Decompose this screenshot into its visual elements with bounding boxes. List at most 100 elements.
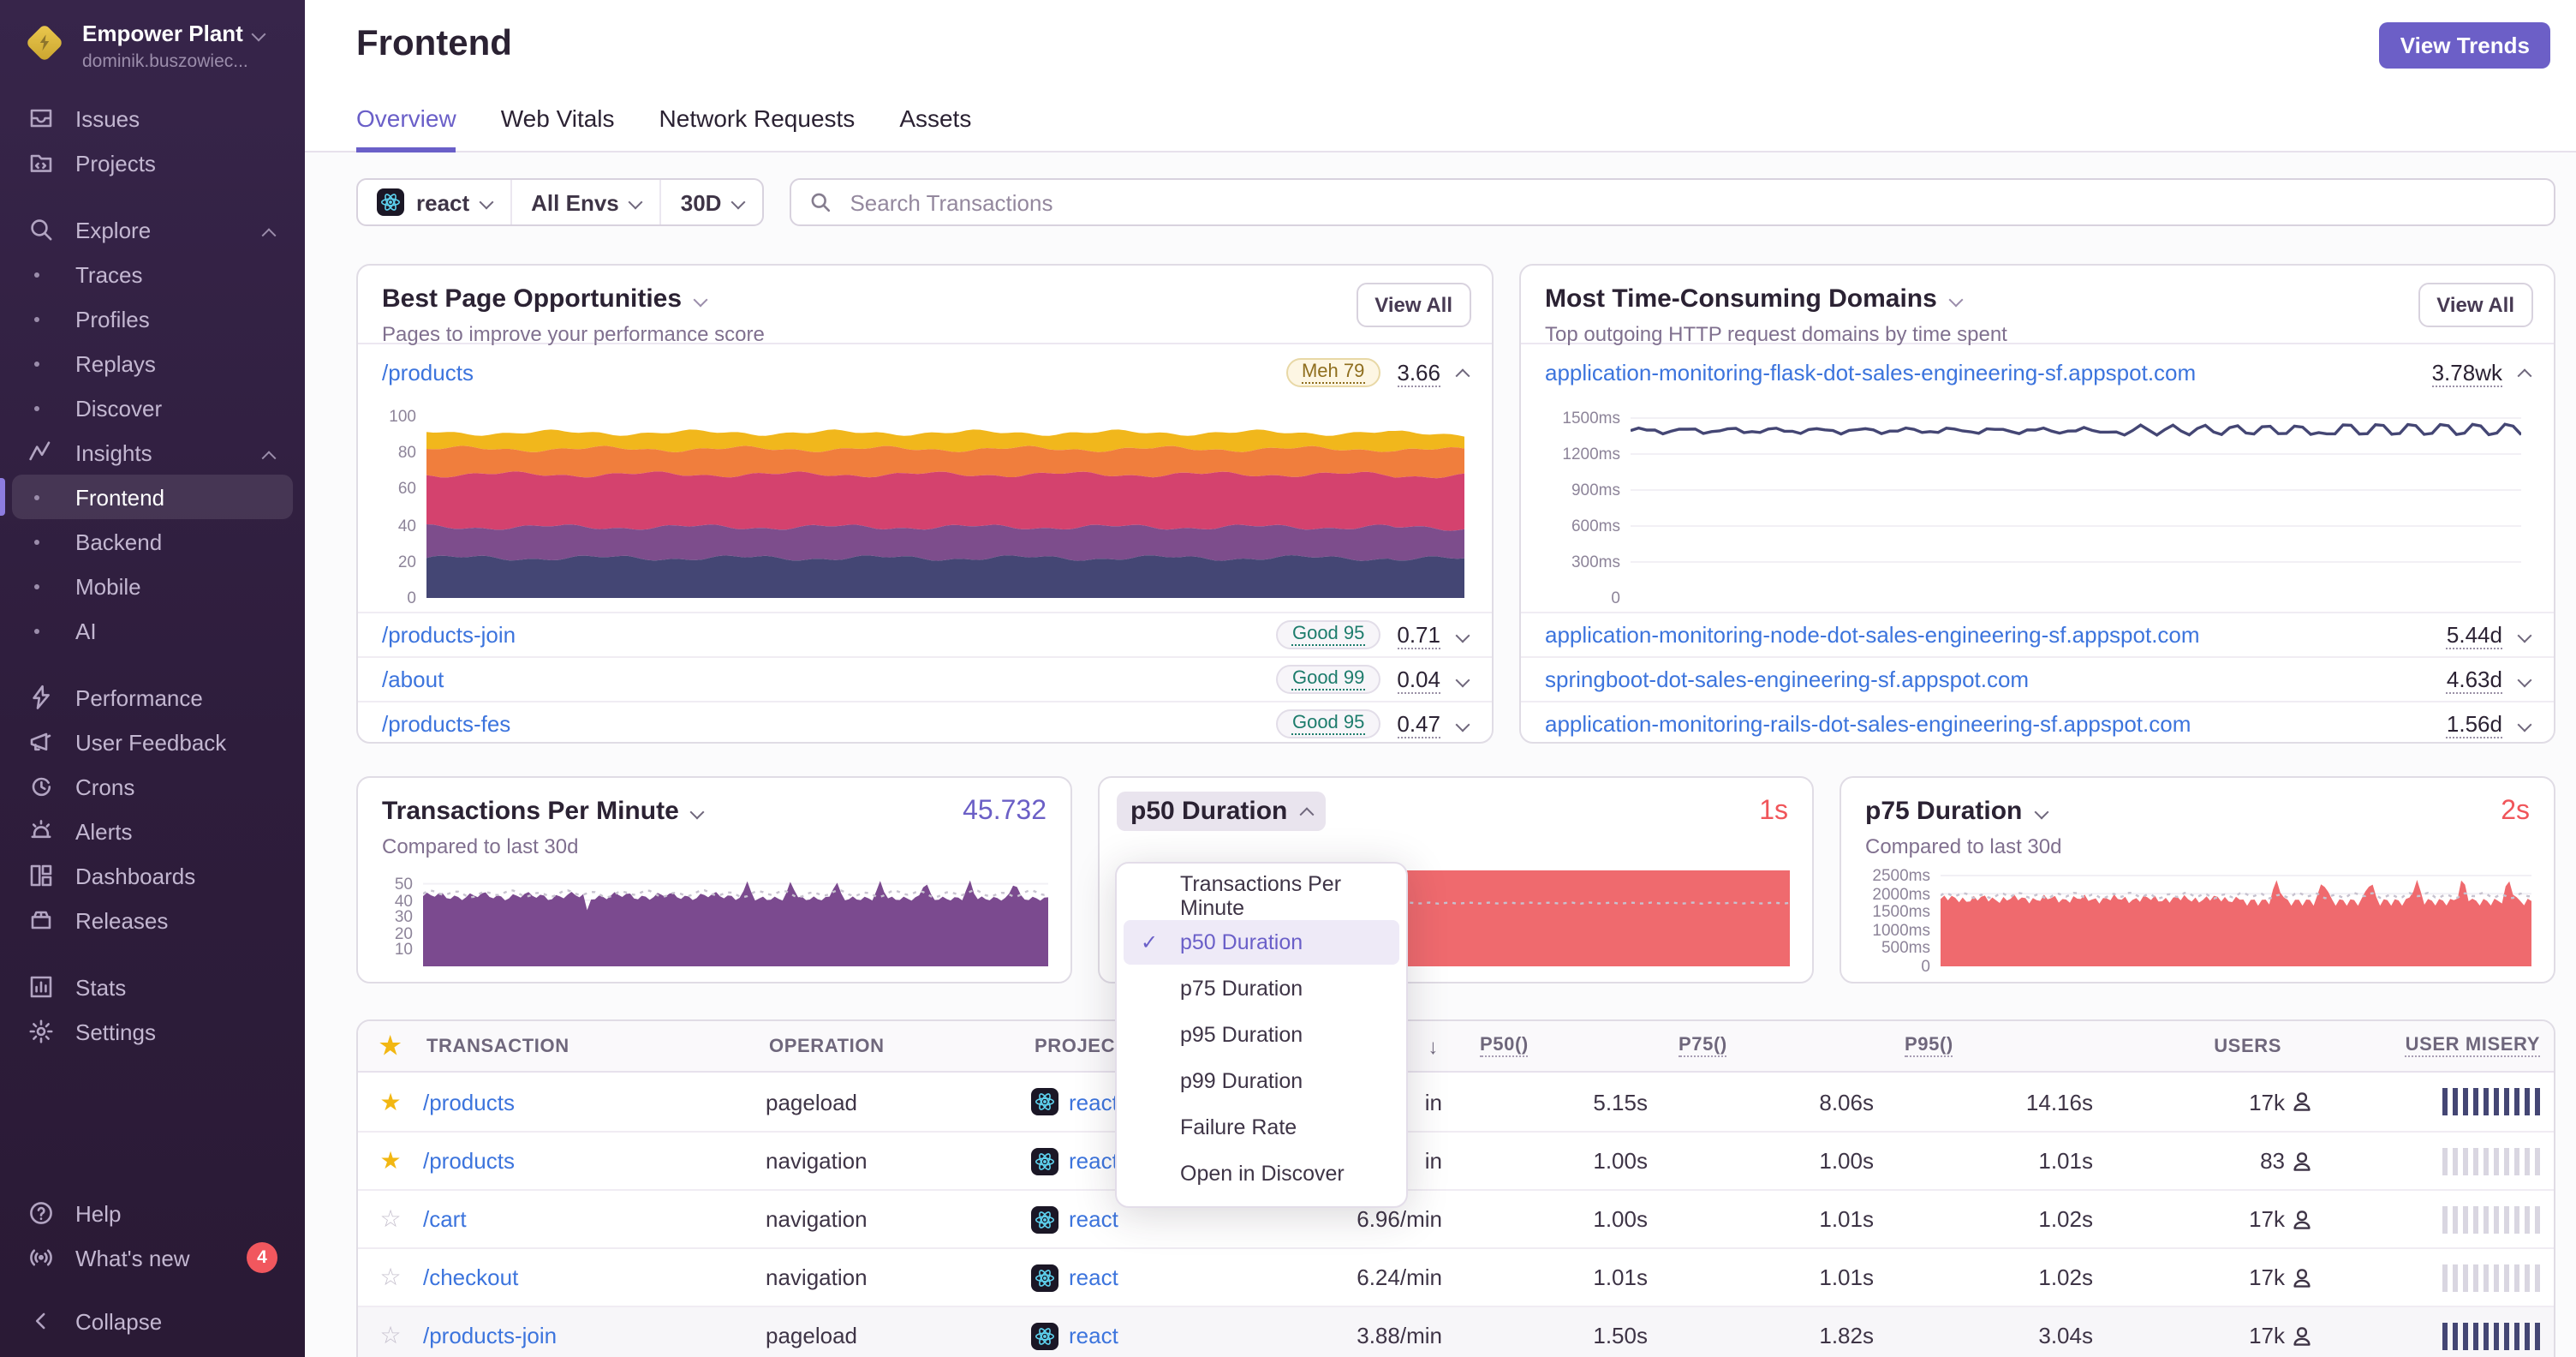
transaction-link[interactable]: /products-fes: [382, 711, 510, 737]
transaction-link[interactable]: /products-join: [382, 622, 516, 648]
tab-web-vitals[interactable]: Web Vitals: [501, 105, 615, 152]
sidebar-item-ai[interactable]: AI: [0, 608, 305, 653]
project-link[interactable]: react: [1069, 1206, 1118, 1232]
tab-assets[interactable]: Assets: [899, 105, 971, 152]
sidebar-item-what-s-new[interactable]: What's new 4: [0, 1235, 305, 1280]
col-operation[interactable]: OPERATION: [766, 1036, 1031, 1056]
favorite-star-toggle[interactable]: ★: [358, 1146, 423, 1175]
favorites-column-header[interactable]: ★: [358, 1031, 423, 1061]
domain-time-spent[interactable]: 1.56d: [2446, 710, 2502, 738]
sidebar-item-explore[interactable]: Explore: [0, 207, 305, 252]
menu-item-p99-duration[interactable]: p99 Duration: [1124, 1059, 1399, 1103]
sidebar-item-help[interactable]: Help: [0, 1191, 305, 1235]
col-users[interactable]: USERS: [2093, 1036, 2323, 1056]
table-row[interactable]: ★/products pageload react in 5.15s 8.06s 14.16…: [358, 1073, 2554, 1131]
environment-filter[interactable]: All Envs: [510, 180, 660, 224]
transaction-link[interactable]: /products-join: [423, 1323, 557, 1348]
tab-network-requests[interactable]: Network Requests: [659, 105, 856, 152]
chevron-down-icon[interactable]: [2517, 716, 2532, 732]
sidebar-item-dashboards[interactable]: Dashboards: [0, 853, 305, 898]
transaction-link[interactable]: /checkout: [423, 1264, 518, 1290]
sidebar-item-performance[interactable]: Performance: [0, 675, 305, 720]
org-switcher[interactable]: Empower Plant dominik.buszowiec...: [22, 21, 266, 72]
metric-card-title-dropdown[interactable]: p75 Duration: [1865, 797, 2048, 826]
chevron-up-icon[interactable]: [1455, 368, 1470, 383]
chevron-down-icon[interactable]: [2517, 672, 2532, 687]
sidebar-item-collapse[interactable]: Collapse: [0, 1299, 305, 1343]
sidebar-item-releases[interactable]: Releases: [0, 898, 305, 942]
project-link[interactable]: react: [1069, 1089, 1118, 1115]
chevron-down-icon[interactable]: [2517, 627, 2532, 643]
sidebar-item-mobile[interactable]: Mobile: [0, 564, 305, 608]
sidebar-item-insights[interactable]: Insights: [0, 430, 305, 475]
chevron-down-icon[interactable]: [1455, 627, 1470, 643]
best-pages-title-dropdown[interactable]: Best Page Opportunities: [382, 284, 1468, 314]
favorite-star-toggle[interactable]: ☆: [358, 1205, 423, 1234]
sidebar-item-user-feedback[interactable]: User Feedback: [0, 720, 305, 764]
menu-item-p50-duration[interactable]: ✓ p50 Duration: [1124, 920, 1399, 965]
sidebar-item-replays[interactable]: Replays: [0, 341, 305, 386]
favorite-star-toggle[interactable]: ☆: [358, 1321, 423, 1350]
web-vitals-score-badge[interactable]: Meh 79: [1285, 358, 1380, 387]
col-p75[interactable]: P75(): [1648, 1035, 1874, 1057]
table-row[interactable]: ☆/products-join pageload react 3.88/min 1.50…: [358, 1306, 2554, 1357]
domain-link[interactable]: application-monitoring-flask-dot-sales-e…: [1545, 360, 2196, 386]
sidebar-item-crons[interactable]: Crons: [0, 764, 305, 809]
sidebar-item-discover[interactable]: Discover: [0, 386, 305, 430]
project-link[interactable]: react: [1069, 1264, 1118, 1290]
opportunity-score[interactable]: 0.04: [1397, 666, 1440, 693]
col-transaction[interactable]: TRANSACTION: [423, 1036, 766, 1056]
project-link[interactable]: react: [1069, 1323, 1118, 1348]
sidebar-item-stats[interactable]: Stats: [0, 965, 305, 1009]
web-vitals-score-badge[interactable]: Good 95: [1276, 709, 1380, 738]
table-row[interactable]: ★/products navigation react in 1.00s 1.00s 1.0…: [358, 1131, 2554, 1189]
transaction-link[interactable]: /products: [382, 360, 474, 386]
menu-item-failure-rate[interactable]: Failure Rate: [1124, 1105, 1399, 1150]
menu-item-p95-duration[interactable]: p95 Duration: [1124, 1013, 1399, 1057]
col-p95[interactable]: P95(): [1874, 1035, 2093, 1057]
transaction-link[interactable]: /about: [382, 667, 444, 692]
view-all-button[interactable]: View All: [2418, 283, 2533, 327]
project-link[interactable]: react: [1069, 1148, 1118, 1174]
domain-time-spent[interactable]: 3.78wk: [2431, 359, 2502, 386]
date-range-filter[interactable]: 30D: [659, 180, 763, 224]
view-trends-button[interactable]: View Trends: [2379, 22, 2550, 69]
opportunity-score[interactable]: 3.66: [1397, 359, 1440, 386]
chevron-down-icon[interactable]: [1455, 672, 1470, 687]
section-collapse-caret[interactable]: [261, 217, 277, 242]
domain-link[interactable]: application-monitoring-rails-dot-sales-e…: [1545, 711, 2191, 737]
transaction-link[interactable]: /cart: [423, 1206, 467, 1232]
sidebar-item-issues[interactable]: Issues: [0, 96, 305, 140]
domain-link[interactable]: springboot-dot-sales-engineering-sf.apps…: [1545, 667, 2029, 692]
sidebar-item-frontend[interactable]: Frontend: [0, 475, 305, 519]
tab-overview[interactable]: Overview: [356, 105, 456, 152]
col-user-misery[interactable]: USER MISERY: [2323, 1035, 2554, 1057]
domain-time-spent[interactable]: 4.63d: [2446, 666, 2502, 693]
menu-item-p75-duration[interactable]: p75 Duration: [1124, 966, 1399, 1011]
domain-time-spent[interactable]: 5.44d: [2446, 621, 2502, 649]
table-row[interactable]: ☆/checkout navigation react 6.24/min 1.01s 1.…: [358, 1247, 2554, 1306]
menu-item-open-in-discover[interactable]: Open in Discover: [1124, 1151, 1399, 1196]
transaction-link[interactable]: /products: [423, 1148, 515, 1174]
search-input[interactable]: [846, 188, 2537, 217]
sidebar-item-settings[interactable]: Settings: [0, 1009, 305, 1054]
domain-link[interactable]: application-monitoring-node-dot-sales-en…: [1545, 622, 2200, 648]
project-filter[interactable]: react: [358, 180, 510, 224]
sidebar-item-profiles[interactable]: Profiles: [0, 296, 305, 341]
table-row[interactable]: ☆/cart navigation react 6.96/min 1.00s 1.01s 1…: [358, 1189, 2554, 1247]
web-vitals-score-badge[interactable]: Good 99: [1276, 665, 1380, 694]
domains-title-dropdown[interactable]: Most Time-Consuming Domains: [1545, 284, 2530, 314]
sidebar-item-alerts[interactable]: Alerts: [0, 809, 305, 853]
favorite-star-toggle[interactable]: ★: [358, 1087, 423, 1116]
sidebar-item-projects[interactable]: Projects: [0, 140, 305, 185]
metric-card-title-dropdown[interactable]: Transactions Per Minute: [382, 797, 706, 826]
section-collapse-caret[interactable]: [261, 439, 277, 465]
opportunity-score[interactable]: 0.47: [1397, 710, 1440, 738]
sidebar-item-traces[interactable]: Traces: [0, 252, 305, 296]
web-vitals-score-badge[interactable]: Good 95: [1276, 620, 1380, 649]
favorite-star-toggle[interactable]: ☆: [358, 1263, 423, 1292]
chevron-down-icon[interactable]: [1455, 716, 1470, 732]
transaction-link[interactable]: /products: [423, 1089, 515, 1115]
col-p50[interactable]: P50(): [1442, 1035, 1648, 1057]
menu-item-transactions-per-minute[interactable]: Transactions Per Minute: [1124, 872, 1399, 920]
